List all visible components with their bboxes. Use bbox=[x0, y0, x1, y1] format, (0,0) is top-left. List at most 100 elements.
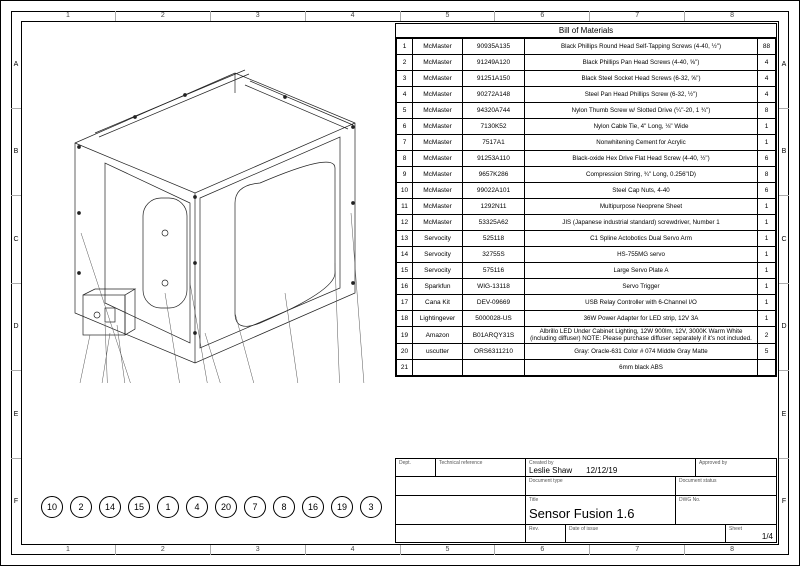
callout-balloon: 20 bbox=[215, 496, 237, 518]
ruler-row-mark: F bbox=[11, 459, 21, 546]
bom-cell: Servocity bbox=[413, 231, 463, 247]
bom-cell: 8 bbox=[758, 103, 776, 119]
table-row: 18Lightingever5000028-US36W Power Adapte… bbox=[397, 311, 776, 327]
ruler-col-mark: 3 bbox=[211, 545, 306, 555]
bom-cell: 13 bbox=[397, 231, 413, 247]
ruler-row-mark: C bbox=[779, 196, 789, 284]
bom-cell: McMaster bbox=[413, 183, 463, 199]
drawing-area: 102141514207816193 bbox=[23, 23, 393, 533]
callout-balloon: 2 bbox=[70, 496, 92, 518]
bom-cell: Gray: Oracle-631 Color # 074 Middle Gray… bbox=[525, 344, 758, 360]
bom-cell: 19 bbox=[397, 327, 413, 344]
ruler-col-mark: 7 bbox=[590, 11, 685, 21]
bom-cell: McMaster bbox=[413, 167, 463, 183]
callout-balloons: 102141514207816193 bbox=[41, 496, 382, 518]
bom-cell: 1 bbox=[758, 199, 776, 215]
callout-balloon: 10 bbox=[41, 496, 63, 518]
bom-cell: 6 bbox=[397, 119, 413, 135]
bom-cell: 5 bbox=[397, 103, 413, 119]
ruler-col-mark: 1 bbox=[21, 11, 116, 21]
bom-cell: Steel Cap Nuts, 4-40 bbox=[525, 183, 758, 199]
bom-cell: 14 bbox=[397, 247, 413, 263]
tb-docstatus-label: Document status bbox=[679, 478, 773, 484]
table-row: 3McMaster91251A150Black Steel Socket Hea… bbox=[397, 71, 776, 87]
sheet: 12345678 12345678 ABCDEF ABCDEF bbox=[0, 0, 800, 566]
bom-cell: 4 bbox=[758, 87, 776, 103]
bom-cell: 91249A120 bbox=[463, 55, 525, 71]
ruler-col-mark: 2 bbox=[116, 11, 211, 21]
callout-balloon: 4 bbox=[186, 496, 208, 518]
bom-cell: HS-755MG servo bbox=[525, 247, 758, 263]
table-row: 5McMaster94320A744Nylon Thumb Screw w/ S… bbox=[397, 103, 776, 119]
table-row: 8McMaster91253A110Black-oxide Hex Drive … bbox=[397, 151, 776, 167]
bom-cell: 8 bbox=[397, 151, 413, 167]
bom-table: Bill of Materials 1McMaster90935A135Blac… bbox=[395, 23, 777, 377]
bom-cell: 1 bbox=[758, 119, 776, 135]
bom-cell: 1 bbox=[758, 231, 776, 247]
tb-dwg-label: DWG No. bbox=[679, 497, 773, 503]
table-row: 7McMaster7517A1Nonwhitening Cement for A… bbox=[397, 135, 776, 151]
bom-cell: 20 bbox=[397, 344, 413, 360]
bom-cell: Black Phillips Pan Head Screws (4-40, ⅝"… bbox=[525, 55, 758, 71]
bom-cell: Servo Trigger bbox=[525, 279, 758, 295]
ruler-row-mark: B bbox=[779, 109, 789, 197]
bom-cell: McMaster bbox=[413, 215, 463, 231]
table-row: 10McMaster99022A101Steel Cap Nuts, 4-406 bbox=[397, 183, 776, 199]
ruler-col-mark: 6 bbox=[495, 545, 590, 555]
callout-balloon: 19 bbox=[331, 496, 353, 518]
table-row: 9McMaster9657K286Compression String, ¾" … bbox=[397, 167, 776, 183]
ruler-col-mark: 3 bbox=[211, 11, 306, 21]
ruler-row-mark: F bbox=[779, 459, 789, 546]
tb-sheet-val: 1/4 bbox=[729, 532, 773, 541]
callout-balloon: 14 bbox=[99, 496, 121, 518]
bom-cell: McMaster bbox=[413, 199, 463, 215]
bom-cell: 36W Power Adapter for LED strip, 12V 3A bbox=[525, 311, 758, 327]
ruler-row-mark: C bbox=[11, 196, 21, 284]
bom-cell: 5000028-US bbox=[463, 311, 525, 327]
ruler-row-mark: B bbox=[11, 109, 21, 197]
bom-cell: 9 bbox=[397, 167, 413, 183]
bom-cell: 99022A101 bbox=[463, 183, 525, 199]
bom-cell: 15 bbox=[397, 263, 413, 279]
bom-cell: DEV-09669 bbox=[463, 295, 525, 311]
tb-doi-label: Date of issue bbox=[569, 526, 722, 532]
callout-balloon: 8 bbox=[273, 496, 295, 518]
bom-cell: McMaster bbox=[413, 55, 463, 71]
bom-cell: Lightingever bbox=[413, 311, 463, 327]
bom-cell: 1 bbox=[758, 279, 776, 295]
bom-cell: 4 bbox=[397, 87, 413, 103]
bom-cell: Cana Kit bbox=[413, 295, 463, 311]
bom-cell: Black Phillips Round Head Self-Tapping S… bbox=[525, 39, 758, 55]
bom-cell: 18 bbox=[397, 311, 413, 327]
bom-cell: Multipurpose Neoprene Sheet bbox=[525, 199, 758, 215]
bom-cell: 1 bbox=[758, 311, 776, 327]
bom-cell: 1 bbox=[758, 247, 776, 263]
bom-cell: 1 bbox=[397, 39, 413, 55]
bom-cell: Steel Pan Head Phillips Screw (6-32, ½") bbox=[525, 87, 758, 103]
ruler-right: ABCDEF bbox=[779, 21, 789, 545]
bom-cell: 90935A135 bbox=[463, 39, 525, 55]
table-row: 16SparkfunWIG-13118Servo Trigger1 bbox=[397, 279, 776, 295]
ruler-col-mark: 5 bbox=[401, 11, 496, 21]
bom-cell: McMaster bbox=[413, 151, 463, 167]
ruler-col-mark: 1 bbox=[21, 545, 116, 555]
bom-cell: 7130K52 bbox=[463, 119, 525, 135]
bom-cell bbox=[758, 360, 776, 376]
table-row: 6McMaster7130K52Nylon Cable Tie, 4" Long… bbox=[397, 119, 776, 135]
ruler-top: 12345678 bbox=[21, 11, 779, 21]
ruler-col-mark: 7 bbox=[590, 545, 685, 555]
bom-cell: 91253A110 bbox=[463, 151, 525, 167]
bom-cell: Nylon Thumb Screw w/ Slotted Drive (¼"-2… bbox=[525, 103, 758, 119]
table-row: 14Servocity32755SHS-755MG servo1 bbox=[397, 247, 776, 263]
bom-cell: 8 bbox=[758, 167, 776, 183]
bom-cell: Black-oxide Hex Drive Flat Head Screw (4… bbox=[525, 151, 758, 167]
table-row: 19AmazonB01ARQY31SAlbrillo LED Under Cab… bbox=[397, 327, 776, 344]
bom-cell: 5 bbox=[758, 344, 776, 360]
table-row: 15Servocity575116Large Servo Plate A1 bbox=[397, 263, 776, 279]
isometric-view bbox=[35, 33, 375, 383]
bom-cell: ORS6311210 bbox=[463, 344, 525, 360]
table-row: 216mm black ABS bbox=[397, 360, 776, 376]
bom-cell: McMaster bbox=[413, 135, 463, 151]
bom-cell: Servocity bbox=[413, 247, 463, 263]
bom-cell: 94320A744 bbox=[463, 103, 525, 119]
